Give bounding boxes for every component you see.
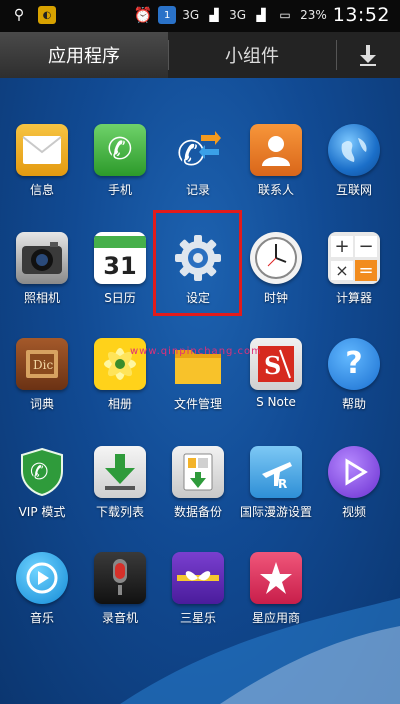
phone-icon: ✆ <box>94 124 146 176</box>
wallpaper-wave <box>120 598 400 704</box>
app-label: 照相机 <box>23 291 60 305</box>
roaming-icon: R <box>250 446 302 498</box>
network-1-label: 3G <box>182 8 200 22</box>
app-label: 数据备份 <box>173 505 222 519</box>
app-label: 国际漫游设置 <box>239 505 312 519</box>
svg-text:Dic: Dic <box>33 358 53 372</box>
status-left: ⚲ ◐ <box>10 6 56 24</box>
app-contacts[interactable]: 联系人 <box>238 124 314 198</box>
app-grid: 信息 ✆ 手机 ✆ 记录 联系人 互联网 照相机 31 S日历 设定 时钟 + … <box>0 78 400 704</box>
backup-icon <box>172 446 224 498</box>
app-label: 帮助 <box>341 397 366 411</box>
usb-icon: ⚲ <box>13 7 25 23</box>
vip-shield-icon: ✆ <box>16 446 68 498</box>
clock-icon <box>250 232 302 284</box>
app-label: 时钟 <box>263 291 288 305</box>
app-label: 信息 <box>29 183 54 197</box>
signal-icon: ▟ <box>209 8 219 22</box>
tab-apps[interactable]: 应用程序 <box>0 32 168 78</box>
sim-icon: 1 <box>158 6 177 24</box>
app-label: S日历 <box>104 291 136 305</box>
app-label: 词典 <box>29 397 54 411</box>
app-label: 相册 <box>107 397 132 411</box>
app-call-log[interactable]: ✆ 记录 <box>160 124 236 198</box>
alarm-icon: ⏰ <box>133 6 153 24</box>
app-label: VIP 模式 <box>18 505 66 519</box>
app-messages[interactable]: 信息 <box>4 124 80 198</box>
calculator-icon: + − × = <box>328 232 380 284</box>
highlight-box <box>153 210 242 316</box>
notification-app-icon: ◐ <box>38 6 56 24</box>
svg-text:S: S <box>264 351 281 380</box>
globe-icon <box>328 124 380 176</box>
svg-text:✆: ✆ <box>30 460 48 485</box>
app-international-roaming[interactable]: R 国际漫游设置 <box>238 446 314 520</box>
app-label: 联系人 <box>257 183 294 197</box>
svg-text:R: R <box>278 477 287 491</box>
app-label: 视频 <box>341 505 366 519</box>
calendar-icon: 31 <box>94 232 146 284</box>
app-label: 计算器 <box>335 291 372 305</box>
battery-icon: ▭ <box>279 8 291 22</box>
app-label: 互联网 <box>335 183 372 197</box>
app-clock[interactable]: 时钟 <box>238 232 314 306</box>
app-s-calendar[interactable]: 31 S日历 <box>82 232 158 306</box>
app-video[interactable]: 视频 <box>316 446 392 520</box>
app-calculator[interactable]: + − × = 计算器 <box>316 232 392 306</box>
app-vip-mode[interactable]: ✆ VIP 模式 <box>4 446 80 520</box>
app-download-list[interactable]: 下载列表 <box>82 446 158 520</box>
download-icon <box>360 45 376 66</box>
app-label: 记录 <box>185 183 210 197</box>
watermark-text: www.qinpinchang.com <box>130 346 262 357</box>
battery-label: 23% <box>300 8 327 22</box>
app-phone[interactable]: ✆ 手机 <box>82 124 158 198</box>
app-label: 文件管理 <box>173 397 222 411</box>
app-dictionary[interactable]: Dic 词典 <box>4 338 80 412</box>
app-internet[interactable]: 互联网 <box>316 124 392 198</box>
app-label: 下载列表 <box>95 505 144 519</box>
video-icon <box>328 446 380 498</box>
dictionary-icon: Dic <box>16 338 68 390</box>
call-log-icon: ✆ <box>172 124 224 176</box>
status-right: ⏰ 1 3G ▟ 3G ▟ ▭ 23% 13:52 <box>134 4 390 26</box>
download-list-icon <box>94 446 146 498</box>
app-camera[interactable]: 照相机 <box>4 232 80 306</box>
app-data-backup[interactable]: 数据备份 <box>160 446 236 520</box>
network-2-label: 3G <box>229 8 247 22</box>
signal-2-icon: ▟ <box>256 8 266 22</box>
calendar-day: 31 <box>103 252 137 280</box>
status-bar: ⚲ ◐ ⏰ 1 3G ▟ 3G ▟ ▭ 23% 13:52 <box>0 0 400 32</box>
app-help[interactable]: ? 帮助 <box>316 338 392 412</box>
help-icon: ? <box>328 338 380 390</box>
download-button[interactable] <box>336 32 400 78</box>
app-label: 手机 <box>107 183 132 197</box>
contacts-icon <box>250 124 302 176</box>
clock-time: 13:52 <box>332 4 390 26</box>
app-label: S Note <box>256 395 296 409</box>
envelope-icon <box>16 124 68 176</box>
tab-widgets[interactable]: 小组件 <box>168 32 336 78</box>
app-drawer-tabs: 应用程序 小组件 <box>0 32 400 80</box>
camera-icon <box>16 232 68 284</box>
